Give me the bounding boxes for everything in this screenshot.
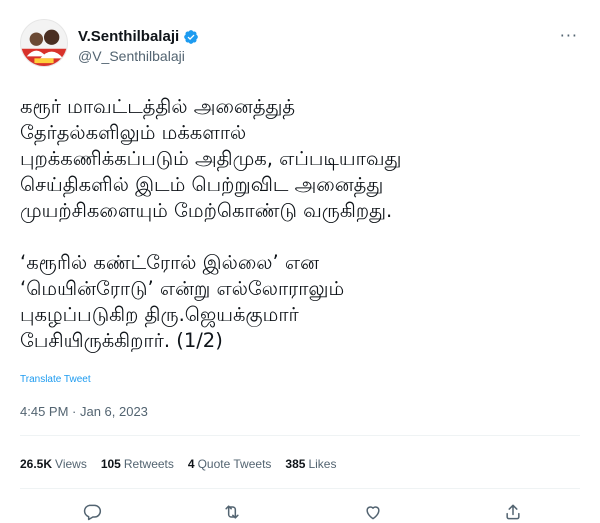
- likes-stat[interactable]: 385 Likes: [285, 457, 336, 471]
- timestamp[interactable]: 4:45 PM · Jan 6, 2023: [20, 404, 148, 419]
- tweet-line: புறக்கணிக்கப்படும் அதிமுக, எப்படியாவது: [20, 147, 402, 170]
- verified-icon: [183, 29, 199, 45]
- views-label: Views: [55, 457, 87, 471]
- share-icon[interactable]: [503, 502, 523, 522]
- likes-label: Likes: [308, 457, 337, 471]
- tweet-line: ‘கரூரில் கண்ட்ரோல் இல்லை’ என: [20, 251, 319, 274]
- like-icon[interactable]: [363, 502, 383, 522]
- tweet-card: V.Senthilbalaji @V_Senthilbalaji ··· கரூ…: [0, 0, 600, 523]
- translate-link[interactable]: Translate Tweet: [20, 374, 91, 385]
- views-count: 26.5K: [20, 457, 53, 471]
- divider: [20, 488, 580, 489]
- quotes-label: Quote Tweets: [197, 457, 272, 471]
- retweets-stat[interactable]: 105 Retweets: [101, 457, 174, 471]
- divider: [20, 435, 580, 436]
- reply-icon[interactable]: [82, 502, 102, 522]
- quotes-count: 4: [187, 457, 195, 471]
- user-handle[interactable]: @V_Senthilbalaji: [78, 48, 185, 64]
- quotes-stat[interactable]: 4 Quote Tweets: [188, 457, 272, 471]
- tweet-line: பேசியிருக்கிறார். (1/2): [20, 329, 223, 352]
- tweet-line: செய்திகளில் இடம் பெற்றுவிட அனைத்து: [20, 173, 384, 196]
- retweet-icon[interactable]: [222, 502, 242, 522]
- views-stat[interactable]: 26.5K Views: [20, 457, 87, 471]
- more-icon[interactable]: ···: [560, 28, 578, 44]
- name-row: V.Senthilbalaji: [78, 28, 199, 45]
- display-name[interactable]: V.Senthilbalaji: [78, 28, 179, 45]
- likes-count: 385: [285, 457, 306, 471]
- tweet-text: கரூர் மாவட்டத்தில் அனைத்துத் தேர்தல்களில…: [20, 94, 585, 354]
- tweet-line: ‘மெயின்ரோடு’ என்று எல்லோராலும்: [20, 277, 345, 300]
- action-bar: [0, 500, 600, 523]
- tweet-line: புகழப்படுகிற திரு.ஜெயக்குமார்: [20, 303, 299, 326]
- stats-row: 26.5K Views 105 Retweets 4 Quote Tweets 385…: [20, 457, 336, 471]
- tweet-line: முயற்சிகளையும் மேற்கொண்டு வருகிறது.: [20, 199, 393, 222]
- retweets-label: Retweets: [123, 457, 174, 471]
- tweet-line: கரூர் மாவட்டத்தில் அனைத்துத்: [20, 95, 296, 118]
- tweet-line: தேர்தல்களிலும் மக்களால்: [20, 121, 247, 144]
- avatar[interactable]: [20, 19, 68, 67]
- retweets-count: 105: [100, 457, 121, 471]
